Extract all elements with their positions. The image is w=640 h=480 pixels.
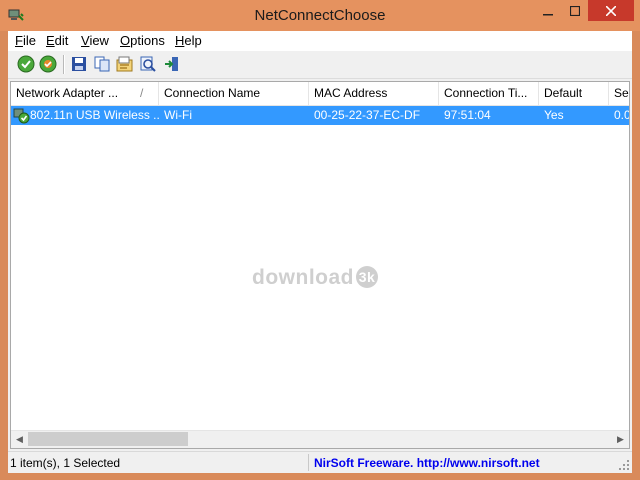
find-icon	[140, 56, 156, 72]
reset-default-icon	[39, 55, 57, 73]
properties-icon	[116, 56, 133, 72]
cell-service: 0.0	[614, 108, 630, 122]
set-default-icon	[17, 55, 35, 73]
list-header: Network Adapter ... / Connection Name MA…	[11, 82, 629, 106]
scroll-right-icon[interactable]: ▶	[612, 431, 629, 448]
scrollbar-thumb[interactable]	[28, 432, 188, 446]
column-header-connection-time[interactable]: Connection Ti...	[439, 82, 539, 105]
toolbar-separator	[63, 55, 65, 74]
nirsoft-link[interactable]: NirSoft Freeware. http://www.nirsoft.net	[314, 455, 540, 472]
menu-view[interactable]: View	[81, 33, 109, 48]
column-header-default[interactable]: Default	[539, 82, 609, 105]
close-button[interactable]	[588, 0, 634, 21]
find-button[interactable]	[138, 54, 158, 74]
cell-connection-name: Wi-Fi	[164, 108, 192, 122]
menu-options[interactable]: Options	[120, 33, 165, 48]
toolbar	[8, 51, 632, 79]
column-header-network-adapter[interactable]: Network Adapter ... /	[11, 82, 159, 105]
column-header-service[interactable]: Ser	[609, 82, 629, 105]
cell-default: Yes	[544, 108, 564, 122]
status-bar: 1 item(s), 1 Selected NirSoft Freeware. …	[8, 451, 632, 473]
sort-indicator-icon: /	[140, 86, 144, 100]
app-window: NetConnectChoose File Edit View Options …	[0, 0, 640, 480]
menu-file[interactable]: File	[15, 33, 36, 48]
menu-edit[interactable]: Edit	[46, 33, 68, 48]
set-default-button[interactable]	[16, 54, 36, 74]
cell-mac-address: 00-25-22-37-EC-DF	[314, 108, 421, 122]
watermark-badge: 3k	[356, 266, 378, 288]
title-bar[interactable]: NetConnectChoose	[0, 0, 640, 31]
menu-help[interactable]: Help	[175, 33, 202, 48]
resize-grip-icon[interactable]	[618, 459, 630, 471]
status-separator	[308, 454, 309, 471]
minimize-button[interactable]	[534, 0, 561, 21]
column-header-mac-address[interactable]: MAC Address	[309, 82, 439, 105]
minimize-icon	[542, 13, 553, 15]
maximize-icon	[569, 5, 580, 16]
save-icon	[72, 57, 86, 71]
table-row[interactable]: 802.11n USB Wireless ... Wi-Fi 00-25-22-…	[11, 106, 630, 125]
exit-button[interactable]	[162, 54, 182, 74]
close-icon	[606, 5, 616, 16]
properties-button[interactable]	[115, 54, 135, 74]
cell-adapter: 802.11n USB Wireless ...	[30, 108, 159, 122]
cell-connection-time: 97:51:04	[444, 108, 491, 122]
horizontal-scrollbar[interactable]: ◀ ▶	[11, 430, 629, 448]
connections-list[interactable]: Network Adapter ... / Connection Name MA…	[10, 81, 630, 449]
exit-icon	[165, 57, 178, 71]
scroll-left-icon[interactable]: ◀	[11, 431, 28, 448]
reset-default-button[interactable]	[38, 54, 58, 74]
save-button[interactable]	[69, 54, 89, 74]
watermark-logo: download 3k	[252, 266, 378, 290]
menu-bar: File Edit View Options Help	[8, 31, 632, 51]
copy-button[interactable]	[92, 54, 112, 74]
maximize-button[interactable]	[561, 0, 588, 21]
client-area: File Edit View Options Help Network Adap…	[8, 31, 632, 473]
status-item-count: 1 item(s), 1 Selected	[10, 456, 121, 470]
copy-icon	[94, 56, 110, 72]
column-header-connection-name[interactable]: Connection Name	[159, 82, 309, 105]
